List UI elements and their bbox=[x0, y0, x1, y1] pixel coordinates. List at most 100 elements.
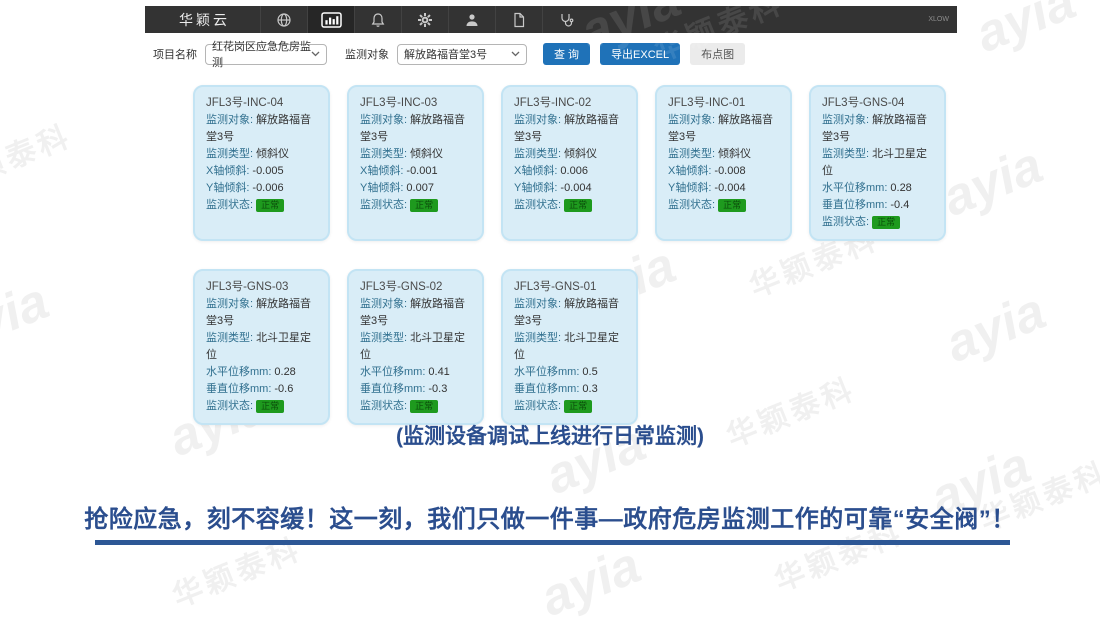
device-card-field: 监测对象:解放路福音堂3号 bbox=[206, 296, 317, 330]
device-card[interactable]: JFL3号-GNS-02监测对象:解放路福音堂3号监测类型:北斗卫星定位水平位移… bbox=[347, 269, 484, 425]
device-card-field: 监测对象:解放路福音堂3号 bbox=[668, 112, 779, 146]
export-excel-button[interactable]: 导出EXCEL bbox=[600, 43, 680, 65]
status-label: 监测状态: bbox=[206, 400, 253, 412]
field-label: 垂直位移mm: bbox=[514, 383, 579, 395]
filter-bar: 项目名称 红花岗区应急危房监测 监测对象 解放路福音堂3号 查 询 导出EXCE… bbox=[145, 42, 975, 66]
status-label: 监测状态: bbox=[360, 199, 407, 211]
nav-item-dashboard[interactable] bbox=[307, 6, 354, 33]
device-card-title: JFL3号-GNS-02 bbox=[360, 279, 471, 296]
field-label: 水平位移mm: bbox=[360, 366, 425, 378]
field-label: 水平位移mm: bbox=[822, 182, 887, 194]
nav-item-settings[interactable] bbox=[401, 6, 448, 33]
headline-text: 抢险应急，刻不容缓！这一刻，我们只做一件事—政府危房监测工作的可靠“安全阀”！ bbox=[0, 499, 1100, 534]
top-navbar: 华颖云 bbox=[145, 6, 957, 33]
field-label: 监测对象: bbox=[514, 114, 561, 126]
field-label: 监测类型: bbox=[514, 332, 561, 344]
device-card-field: X轴倾斜:0.006 bbox=[514, 163, 625, 180]
field-label: Y轴倾斜: bbox=[206, 182, 249, 194]
device-card-field: 水平位移mm:0.28 bbox=[822, 180, 933, 197]
device-card-title: JFL3号-INC-01 bbox=[668, 95, 779, 112]
device-card-field: 监测类型:倾斜仪 bbox=[206, 146, 317, 163]
device-card-field: 监测类型:北斗卫星定位 bbox=[206, 330, 317, 364]
device-card-field: X轴倾斜:-0.008 bbox=[668, 163, 779, 180]
status-badge: 正常 bbox=[718, 199, 746, 212]
device-card-field: 监测对象:解放路福音堂3号 bbox=[206, 112, 317, 146]
nav-item-diagnostics[interactable] bbox=[542, 6, 589, 33]
bar-chart-icon bbox=[321, 12, 342, 28]
device-card-status: 监测状态:正常 bbox=[206, 197, 317, 214]
bell-icon bbox=[370, 12, 386, 28]
target-select[interactable]: 解放路福音堂3号 bbox=[397, 44, 527, 65]
field-value: 0.28 bbox=[890, 182, 911, 194]
field-label: 监测类型: bbox=[822, 148, 869, 160]
device-card-field: 监测类型:北斗卫星定位 bbox=[514, 330, 625, 364]
status-badge: 正常 bbox=[872, 216, 900, 229]
field-label: 监测对象: bbox=[514, 298, 561, 310]
navbar-user-label[interactable]: XLOW bbox=[928, 6, 957, 33]
device-card[interactable]: JFL3号-INC-03监测对象:解放路福音堂3号监测类型:倾斜仪X轴倾斜:-0… bbox=[347, 85, 484, 241]
device-card-title: JFL3号-INC-02 bbox=[514, 95, 625, 112]
caption-text: (监测设备调试上线进行日常监测) bbox=[0, 420, 1100, 450]
field-label: 水平位移mm: bbox=[206, 366, 271, 378]
watermark-text: ayia bbox=[0, 271, 57, 365]
device-card-field: 监测对象:解放路福音堂3号 bbox=[514, 112, 625, 146]
device-card-title: JFL3号-GNS-01 bbox=[514, 279, 625, 296]
device-card[interactable]: JFL3号-INC-02监测对象:解放路福音堂3号监测类型:倾斜仪X轴倾斜:0.… bbox=[501, 85, 638, 241]
file-icon bbox=[511, 12, 527, 28]
device-card-title: JFL3号-GNS-04 bbox=[822, 95, 933, 112]
gear-icon bbox=[417, 12, 433, 28]
device-card-status: 监测状态:正常 bbox=[360, 398, 471, 415]
device-card[interactable]: JFL3号-INC-04监测对象:解放路福音堂3号监测类型:倾斜仪X轴倾斜:-0… bbox=[193, 85, 330, 241]
field-value: -0.005 bbox=[252, 165, 283, 177]
card-grid: JFL3号-INC-04监测对象:解放路福音堂3号监测类型:倾斜仪X轴倾斜:-0… bbox=[193, 85, 949, 425]
field-value: 倾斜仪 bbox=[256, 148, 289, 160]
device-card[interactable]: JFL3号-GNS-03监测对象:解放路福音堂3号监测类型:北斗卫星定位水平位移… bbox=[193, 269, 330, 425]
status-badge: 正常 bbox=[564, 400, 592, 413]
status-label: 监测状态: bbox=[514, 199, 561, 211]
field-label: 监测类型: bbox=[668, 148, 715, 160]
nav-item-reports[interactable] bbox=[495, 6, 542, 33]
field-label: 监测类型: bbox=[360, 332, 407, 344]
device-card-status: 监测状态:正常 bbox=[822, 214, 933, 231]
layout-map-button[interactable]: 布点图 bbox=[690, 43, 745, 65]
field-value: 0.5 bbox=[582, 366, 597, 378]
device-card-field: Y轴倾斜:-0.004 bbox=[514, 180, 625, 197]
chevron-down-icon bbox=[311, 51, 320, 57]
watermark-text: ayia bbox=[934, 135, 1050, 229]
device-card[interactable]: JFL3号-GNS-04监测对象:解放路福音堂3号监测类型:北斗卫星定位水平位移… bbox=[809, 85, 946, 241]
nav-item-alerts[interactable] bbox=[354, 6, 401, 33]
device-card-field: Y轴倾斜:-0.006 bbox=[206, 180, 317, 197]
target-select-value: 解放路福音堂3号 bbox=[404, 46, 487, 62]
project-name-label: 项目名称 bbox=[153, 46, 197, 62]
field-value: 倾斜仪 bbox=[718, 148, 751, 160]
field-value: 0.28 bbox=[274, 366, 295, 378]
status-label: 监测状态: bbox=[668, 199, 715, 211]
search-button[interactable]: 查 询 bbox=[543, 43, 590, 65]
watermark-text: 华颖泰科 bbox=[0, 111, 77, 203]
status-badge: 正常 bbox=[564, 199, 592, 212]
device-card-field: 监测类型:倾斜仪 bbox=[668, 146, 779, 163]
field-label: Y轴倾斜: bbox=[514, 182, 557, 194]
field-value: 0.3 bbox=[582, 383, 597, 395]
field-label: 水平位移mm: bbox=[514, 366, 579, 378]
chevron-down-icon bbox=[511, 51, 520, 57]
device-card-field: 垂直位移mm:-0.3 bbox=[360, 381, 471, 398]
device-card[interactable]: JFL3号-GNS-01监测对象:解放路福音堂3号监测类型:北斗卫星定位水平位移… bbox=[501, 269, 638, 425]
device-card-field: 监测对象:解放路福音堂3号 bbox=[822, 112, 933, 146]
status-badge: 正常 bbox=[256, 400, 284, 413]
nav-item-globe[interactable] bbox=[260, 6, 307, 33]
nav-item-users[interactable] bbox=[448, 6, 495, 33]
status-badge: 正常 bbox=[410, 199, 438, 212]
watermark-text: ayia bbox=[532, 535, 648, 629]
field-label: 监测对象: bbox=[822, 114, 869, 126]
device-card[interactable]: JFL3号-INC-01监测对象:解放路福音堂3号监测类型:倾斜仪X轴倾斜:-0… bbox=[655, 85, 792, 241]
field-value: 0.007 bbox=[406, 182, 434, 194]
device-card-field: 监测类型:倾斜仪 bbox=[514, 146, 625, 163]
stethoscope-icon bbox=[558, 12, 574, 28]
field-label: X轴倾斜: bbox=[668, 165, 711, 177]
project-select[interactable]: 红花岗区应急危房监测 bbox=[205, 44, 327, 65]
device-card-title: JFL3号-INC-03 bbox=[360, 95, 471, 112]
field-label: 监测类型: bbox=[206, 332, 253, 344]
device-card-status: 监测状态:正常 bbox=[668, 197, 779, 214]
field-label: 监测类型: bbox=[206, 148, 253, 160]
